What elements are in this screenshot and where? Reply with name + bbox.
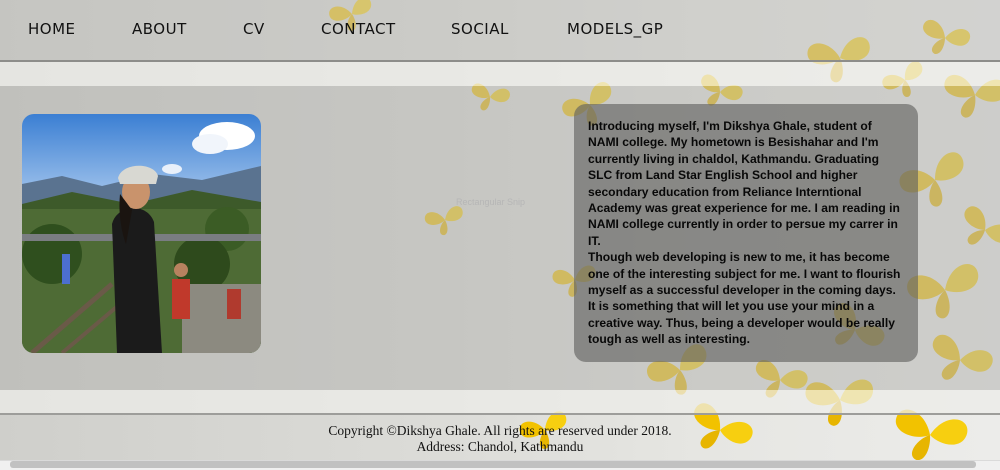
intro-text-box: Introducing myself, I'm Dikshya Ghale, s… <box>574 104 918 362</box>
footer-address: Address: Chandol, Kathmandu <box>416 439 584 454</box>
footer-copyright: Copyright ©Dikshya Ghale. All rights are… <box>328 423 672 438</box>
nav-social-link[interactable]: SOCIAL <box>451 20 509 38</box>
main-navbar: HOME ABOUT CV CONTACT SOCIAL MODELS_GP <box>0 0 1000 62</box>
intro-paragraph-1: Introducing myself, I'm Dikshya Ghale, s… <box>588 119 900 248</box>
nav-cv-link[interactable]: CV <box>243 20 265 38</box>
footer-divider <box>0 413 1000 415</box>
nav-contact-link[interactable]: CONTACT <box>321 20 396 38</box>
nav-divider-band <box>0 62 1000 86</box>
scrollbar-thumb[interactable] <box>10 461 976 468</box>
intro-paragraph-2: Though web developing is new to me, it h… <box>588 250 901 347</box>
footer: Copyright ©Dikshya Ghale. All rights are… <box>0 423 1000 455</box>
footer-band <box>0 390 1000 413</box>
profile-photo <box>22 114 261 353</box>
nav-models-gp-link[interactable]: MODELS_GP <box>567 20 663 38</box>
snip-tooltip-ghost: Rectangular Snip <box>456 197 526 207</box>
nav-about-link[interactable]: ABOUT <box>132 20 187 38</box>
nav-home-link[interactable]: HOME <box>28 20 76 38</box>
